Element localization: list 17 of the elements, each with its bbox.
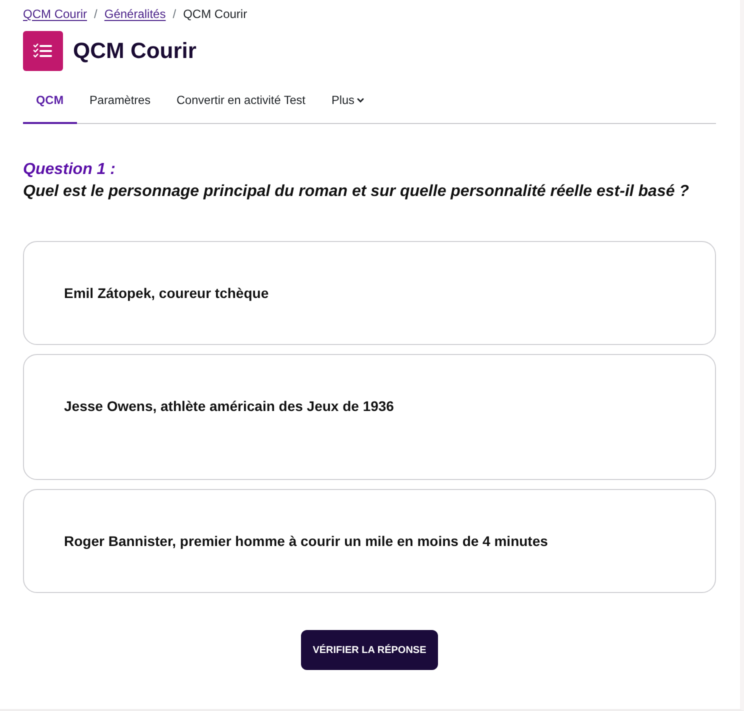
answer-option[interactable]: Jesse Owens, athlète américain des Jeux de 1936	[23, 354, 716, 480]
nav-tab[interactable]: Paramètres	[76, 80, 164, 124]
nav-tab[interactable]: Plus	[318, 80, 378, 124]
nav-tab[interactable]: QCM	[23, 80, 77, 124]
question-number: Question 1 :	[23, 160, 116, 180]
breadcrumb-current: QCM Courir	[183, 6, 248, 20]
nav-tab[interactable]: Convertir en activité Test	[164, 80, 318, 124]
breadcrumb-link[interactable]: Généralités	[104, 6, 166, 20]
checklist-icon	[23, 31, 63, 71]
page-title: QCM Courir	[73, 38, 196, 64]
question-text: Quel est le personnage principal du roman et sur quelle personnalité réelle est-il basé ?	[23, 182, 690, 202]
breadcrumb-link[interactable]: QCM Courir	[23, 6, 88, 20]
answer-option[interactable]: Emil Zátopek, coureur tchèque	[23, 241, 716, 345]
check-answer-button[interactable]: VÉRIFIER LA RÉPONSE	[300, 630, 438, 670]
breadcrumb-separator: /	[94, 6, 98, 20]
breadcrumb-separator: /	[172, 6, 176, 20]
answer-option[interactable]: Roger Bannister, premier homme à courir un mile en moins de 4 minutes	[23, 489, 716, 593]
